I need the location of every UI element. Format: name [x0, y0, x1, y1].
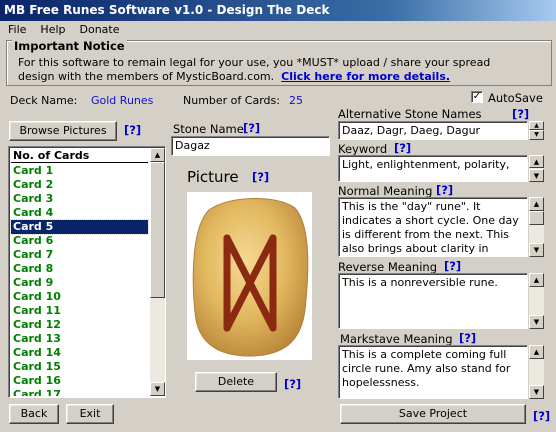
autosave-label: AutoSave — [488, 91, 543, 105]
reverse-down-icon[interactable]: ▼ — [529, 315, 544, 329]
card-list-header: No. of Cards — [11, 149, 148, 163]
markstave-up-icon[interactable]: ▲ — [529, 345, 544, 359]
window-title-bar: MB Free Runes Software v1.0 - Design The… — [0, 0, 556, 21]
markstave-meaning-help-link[interactable]: [?] — [459, 331, 476, 345]
notice-line-2: design with the members of MysticBoard.c… — [18, 70, 548, 84]
card-list-item[interactable]: Card 13 — [11, 332, 148, 346]
reverse-up-icon[interactable]: ▲ — [529, 273, 544, 287]
alt-names-input[interactable]: Daaz, Dagr, Daeg, Dagur — [338, 121, 528, 140]
picture-help-link[interactable]: [?] — [252, 170, 269, 184]
notice-line-1: For this software to remain legal for yo… — [18, 56, 491, 69]
keyword-help-link[interactable]: [?] — [394, 141, 411, 155]
markstave-meaning-label: Markstave Meaning — [340, 332, 453, 346]
card-list-item[interactable]: Card 15 — [11, 360, 148, 374]
rune-stone-image — [192, 198, 309, 357]
keyword-down-icon[interactable]: ▼ — [529, 169, 544, 182]
scroll-down-icon[interactable]: ▼ — [150, 382, 165, 396]
reverse-meaning-label: Reverse Meaning — [338, 260, 437, 274]
stone-name-help-link[interactable]: [?] — [243, 121, 260, 135]
delete-button[interactable]: Delete — [195, 372, 277, 392]
card-list-item[interactable]: Card 6 — [11, 234, 148, 248]
stone-name-input[interactable]: Dagaz — [171, 136, 330, 156]
save-project-button[interactable]: Save Project — [340, 404, 526, 424]
card-list-item[interactable]: Card 3 — [11, 192, 148, 206]
card-list-item[interactable]: Card 4 — [11, 206, 148, 220]
notice-line-2-text: design with the members of MysticBoard.c… — [18, 70, 275, 83]
back-button[interactable]: Back — [9, 404, 59, 424]
save-help-link[interactable]: [?] — [533, 409, 550, 423]
card-list-item[interactable]: Card 16 — [11, 374, 148, 388]
notice-text: For this software to remain legal for yo… — [18, 56, 548, 84]
normal-thumb[interactable] — [529, 211, 544, 225]
card-count-value: 25 — [289, 94, 303, 107]
alt-names-down-icon[interactable]: ▼ — [529, 130, 544, 140]
card-count-label: Number of Cards: — [183, 94, 280, 107]
card-list-item[interactable]: Card 12 — [11, 318, 148, 332]
card-list-item[interactable]: Card 2 — [11, 178, 148, 192]
exit-button[interactable]: Exit — [66, 404, 114, 424]
normal-meaning-help-link[interactable]: [?] — [436, 183, 453, 197]
deck-name-value: Gold Runes — [91, 94, 154, 107]
card-list-scrollbar[interactable]: ▲ ▼ — [150, 148, 165, 396]
card-list-item[interactable]: Card 9 — [11, 276, 148, 290]
notice-title: Important Notice — [12, 39, 127, 53]
menu-file[interactable]: File — [0, 21, 32, 39]
card-list-item[interactable]: Card 14 — [11, 346, 148, 360]
normal-meaning-label: Normal Meaning — [338, 184, 433, 198]
normal-meaning-textarea[interactable]: This is the "day" rune". It indicates a … — [338, 197, 528, 257]
deck-name-label: Deck Name: — [10, 94, 78, 107]
picture-label: Picture — [187, 168, 239, 186]
keyword-up-icon[interactable]: ▲ — [529, 155, 544, 168]
scroll-thumb[interactable] — [150, 162, 165, 298]
keyword-input[interactable]: Light, enlightenment, polarity, — [338, 155, 528, 182]
window-title: MB Free Runes Software v1.0 - Design The… — [4, 3, 330, 17]
browse-pictures-button[interactable]: Browse Pictures — [9, 121, 117, 141]
card-list-item[interactable]: Card 11 — [11, 304, 148, 318]
keyword-label: Keyword — [338, 142, 388, 156]
menu-bar: File Help Donate — [0, 21, 556, 39]
normal-up-icon[interactable]: ▲ — [529, 197, 544, 211]
autosave-checkbox[interactable]: ✓ — [471, 91, 483, 103]
rune-picture — [187, 192, 312, 360]
menu-donate[interactable]: Donate — [72, 21, 126, 39]
delete-help-link[interactable]: [?] — [284, 377, 301, 391]
card-list-item[interactable]: Card 10 — [11, 290, 148, 304]
card-list-item-selected[interactable]: Card 5 — [10, 219, 149, 235]
card-list-item[interactable]: Card 17 — [11, 388, 148, 396]
card-list-item[interactable]: Card 7 — [11, 248, 148, 262]
alt-names-up-icon[interactable]: ▲ — [529, 121, 544, 130]
alt-names-label: Alternative Stone Names — [338, 107, 482, 121]
alt-names-help-link[interactable]: [?] — [512, 107, 529, 121]
normal-down-icon[interactable]: ▼ — [529, 243, 544, 257]
notice-details-link[interactable]: Click here for more details. — [281, 70, 450, 83]
menu-help[interactable]: Help — [32, 21, 71, 39]
card-list-item[interactable]: Card 8 — [11, 262, 148, 276]
keyword-scrollbar[interactable]: ▲ ▼ — [529, 155, 544, 182]
autosave-check-icon: ✓ — [472, 91, 482, 102]
card-list-item[interactable]: Card 1 — [11, 164, 148, 178]
reverse-meaning-scrollbar[interactable]: ▲ ▼ — [529, 273, 544, 329]
reverse-meaning-textarea[interactable]: This is a nonreversible rune. — [338, 273, 528, 329]
card-list-items: Card 1 Card 2 Card 3 Card 4 Card 5 Card 6 Card… — [9, 164, 150, 396]
markstave-meaning-scrollbar[interactable]: ▲ ▼ — [529, 345, 544, 399]
markstave-meaning-textarea[interactable]: This is a complete coming full circle ru… — [338, 345, 528, 399]
markstave-down-icon[interactable]: ▼ — [529, 385, 544, 399]
normal-meaning-scrollbar[interactable]: ▲ ▼ — [529, 197, 544, 257]
scroll-up-icon[interactable]: ▲ — [150, 148, 165, 162]
browse-help-link[interactable]: [?] — [124, 123, 141, 137]
reverse-meaning-help-link[interactable]: [?] — [444, 259, 461, 273]
alt-names-spinner[interactable]: ▲ ▼ — [529, 121, 544, 140]
stone-name-label: Stone Name — [173, 122, 244, 136]
